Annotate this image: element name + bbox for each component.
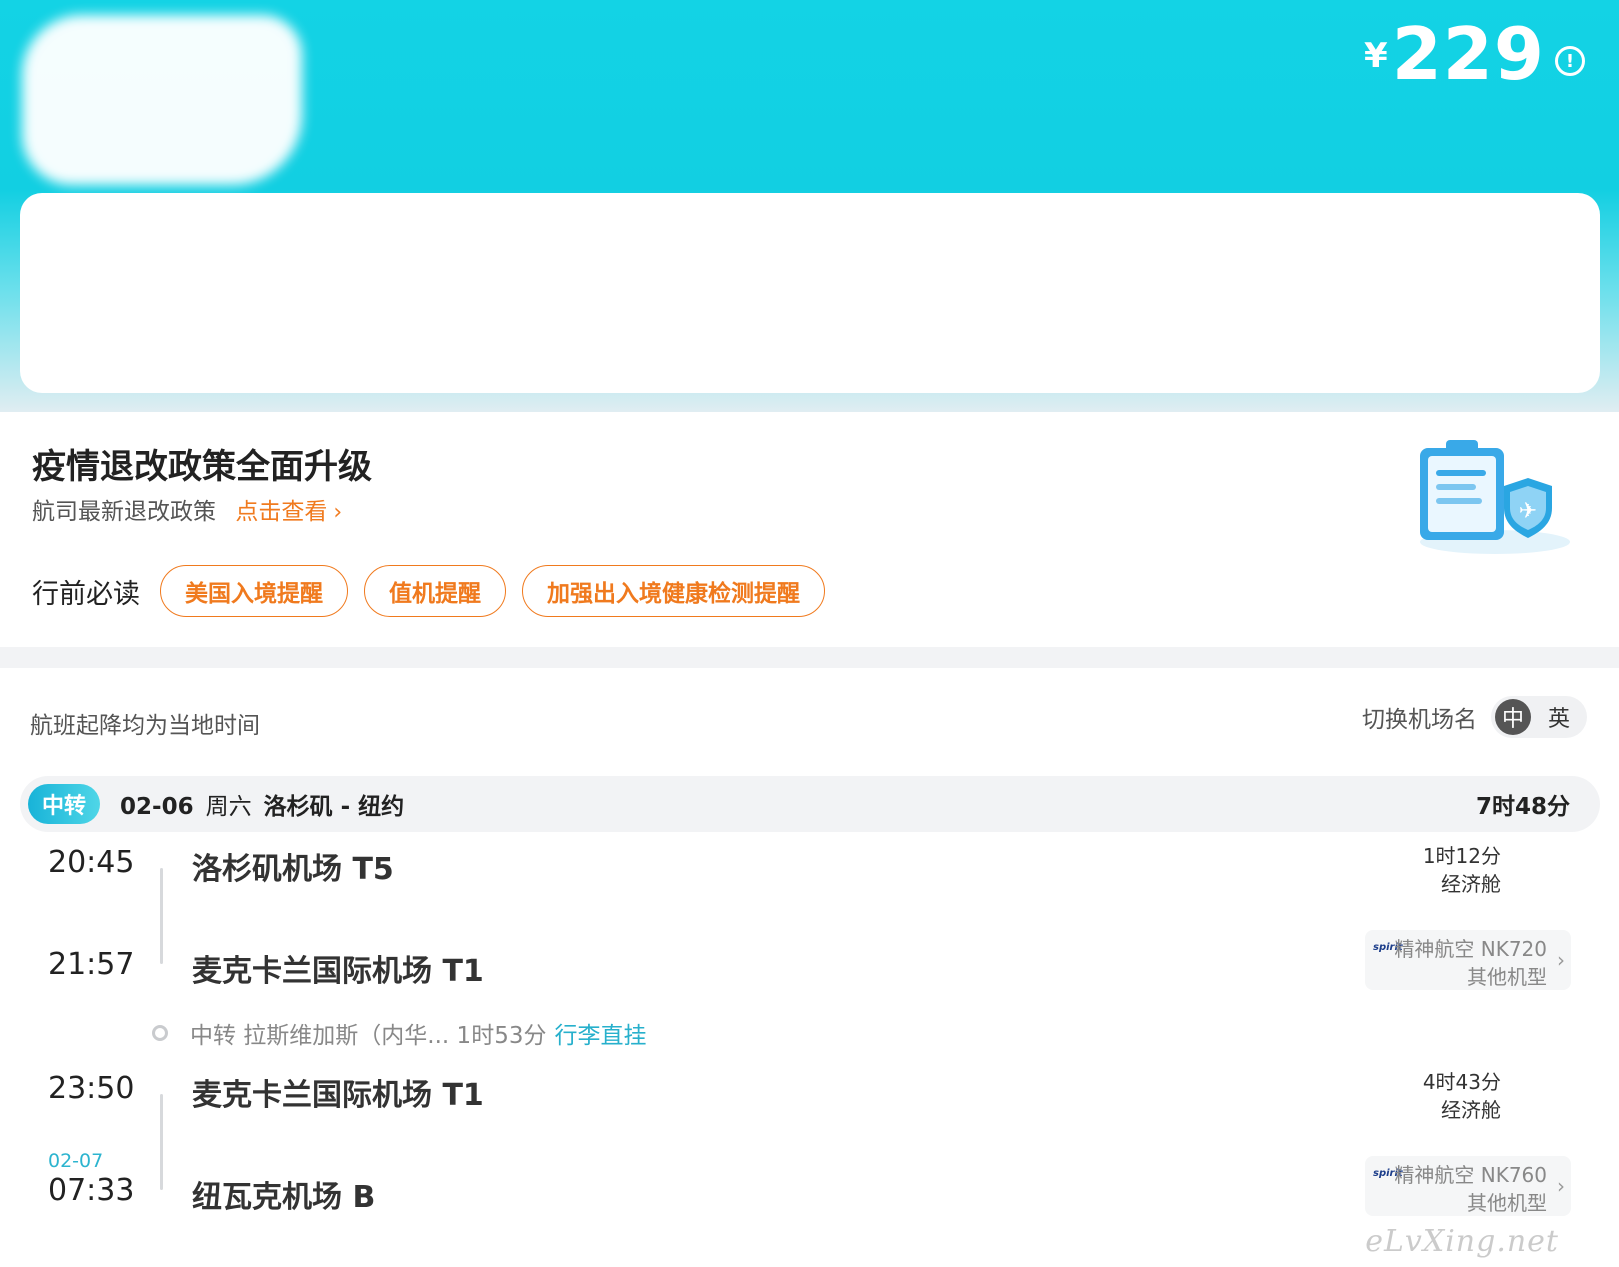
price-display[interactable]: ¥ 229 !: [1364, 18, 1585, 90]
segment1-flight-card[interactable]: spirit 精神航空 NK720 其他机型 ›: [1365, 930, 1571, 990]
price-amount: 229: [1391, 12, 1545, 96]
segment2-arrival-airport: 纽瓦克机场 B: [192, 1180, 376, 1215]
segment2-departure-time: 23:50: [48, 1071, 135, 1106]
switch-label: 切换机场名: [1362, 707, 1477, 733]
transfer-badge: 中转: [28, 784, 101, 824]
segment2-arrival-time: 07:33: [48, 1173, 135, 1208]
policy-subtitle: 航司最新退改政策 点击查看 ›: [32, 492, 342, 526]
language-toggle[interactable]: 中 英: [1491, 696, 1587, 738]
chevron-right-icon: ›: [1557, 948, 1565, 972]
header-banner: ¥ 229 !: [0, 0, 1619, 420]
route-total-duration: 7时48分: [1475, 794, 1570, 820]
policy-link-label: 点击查看: [235, 499, 328, 525]
baggage-through-link[interactable]: 行李直挂: [554, 1016, 646, 1050]
redacted-area: [22, 15, 302, 185]
tag-health-check-reminder[interactable]: 加强出入境健康检测提醒: [522, 565, 825, 617]
transfer-info: 中转 拉斯维加斯（内华... 1时53分: [190, 1023, 547, 1049]
segment1-timeline: [160, 868, 163, 964]
route-cities: 洛杉矶 - 纽约: [263, 794, 405, 820]
segment1-aircraft: 其他机型: [1467, 965, 1547, 989]
segment1-duration: 1时12分: [1422, 844, 1501, 868]
watermark: eLvXing.net: [1365, 1224, 1559, 1259]
tag-us-entry-reminder[interactable]: 美国入境提醒: [160, 565, 348, 617]
local-time-note: 航班起降均为当地时间: [30, 713, 260, 739]
info-circle-icon[interactable]: !: [1555, 46, 1585, 76]
segment1-airline: 精神航空 NK720: [1394, 937, 1547, 961]
toggle-chinese[interactable]: 中: [1495, 699, 1531, 735]
flight-section: 航班起降均为当地时间 切换机场名 中 英 中转 02-06 周六 洛杉矶 - 纽约 …: [0, 668, 1619, 1267]
segment2-arrival-date: 02-07: [48, 1150, 104, 1172]
segment2-flight-card[interactable]: spirit 精神航空 NK760 其他机型 ›: [1365, 1156, 1571, 1216]
policy-subtitle-text: 航司最新退改政策: [32, 499, 216, 525]
segment2-meta: 4时43分 经济舱: [1423, 1068, 1501, 1124]
segment2-aircraft: 其他机型: [1467, 1191, 1547, 1215]
policy-view-link[interactable]: 点击查看 ›: [235, 499, 342, 525]
airport-name-switch: 切换机场名 中 英: [1362, 696, 1587, 738]
route-weekday: 周六: [205, 794, 252, 820]
route-summary-bar: 中转 02-06 周六 洛杉矶 - 纽约 7时48分: [20, 776, 1600, 832]
segment1-cabin: 经济舱: [1441, 872, 1501, 896]
route-info: 02-06 周六 洛杉矶 - 纽约: [120, 787, 404, 821]
tag-checkin-reminder[interactable]: 值机提醒: [364, 565, 506, 617]
route-date: 02-06: [120, 794, 194, 820]
policy-section: 疫情退改政策全面升级 航司最新退改政策 点击查看 › ✈ 行前必读 美国入境提醒 …: [0, 412, 1619, 647]
segment1-meta: 1时12分 经济舱: [1423, 842, 1501, 898]
transfer-row: 中转 拉斯维加斯（内华... 1时53分 行李直挂: [152, 1016, 646, 1050]
price-currency: ¥: [1364, 36, 1388, 76]
segment2-airline: 精神航空 NK760: [1394, 1163, 1547, 1187]
redacted-card: [20, 193, 1600, 393]
chevron-right-icon: ›: [1557, 1174, 1565, 1198]
toggle-english[interactable]: 英: [1541, 699, 1577, 735]
segment2-duration: 4时43分: [1422, 1070, 1501, 1094]
segment1-departure-time: 20:45: [48, 845, 135, 880]
segment1-departure-airport: 洛杉矶机场 T5: [192, 852, 394, 887]
transfer-dot-icon: [152, 1025, 168, 1041]
segment2-timeline: [160, 1094, 163, 1190]
policy-title: 疫情退改政策全面升级: [32, 447, 372, 487]
chevron-right-icon: ›: [333, 500, 343, 525]
reading-label: 行前必读: [32, 578, 140, 610]
segment1-arrival-time: 21:57: [48, 947, 135, 982]
svg-text:✈: ✈: [1519, 499, 1537, 524]
segment2-departure-airport: 麦克卡兰国际机场 T1: [192, 1078, 484, 1113]
travel-reading-row: 行前必读 美国入境提醒 值机提醒 加强出入境健康检测提醒: [32, 565, 841, 617]
document-shield-icon: ✈: [1420, 440, 1570, 554]
segment2-cabin: 经济舱: [1441, 1098, 1501, 1122]
segment1-arrival-airport: 麦克卡兰国际机场 T1: [192, 954, 484, 989]
